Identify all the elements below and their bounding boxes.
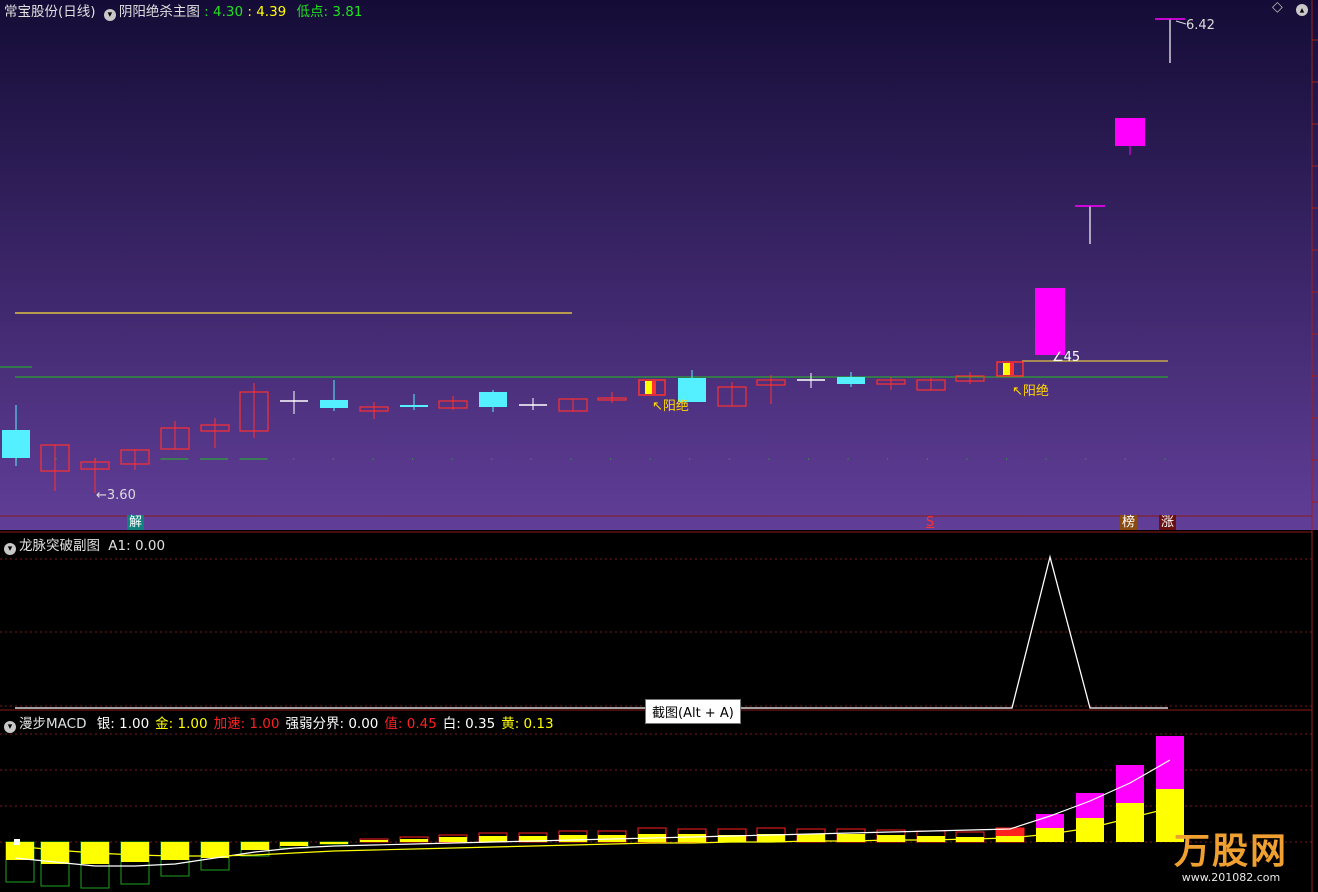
macd-item: 白: 0.35 [442,716,496,732]
tag-zhang[interactable]: 涨 [1159,515,1177,530]
watermark-logo: 万股网 [1173,831,1288,872]
tag-jie[interactable]: 解 [127,515,145,530]
a1-label: A1: [108,538,131,554]
mark-45-label: ∠45 [1052,350,1081,365]
watermark: 万股网 www.201082.com [1173,831,1288,885]
macd-yellow-bar [121,842,149,862]
macd-yellow-bar [678,834,706,842]
candle-body [2,430,30,458]
macd-yellow-bar [917,836,945,842]
sub2-header: ▾ 漫步MACD 银: 1.00 金: 1.00 加速: 1.00 强弱分界: 0.00… [4,712,554,733]
candle-body [479,392,507,407]
macd-yellow-bar [479,836,507,842]
macd-values: 银: 1.00 金: 1.00 加速: 1.00 强弱分界: 0.00 值: 0.45 白… [91,716,554,732]
high-price-label: 6.42 [1186,18,1215,33]
collapse-icon[interactable]: ▾ [1296,0,1311,16]
watermark-url: www.201082.com [1181,871,1281,884]
candle-body [1035,288,1065,355]
yangjue-fill-yellow [1003,363,1010,375]
a1-value: 0.00 [134,538,166,554]
candle-body [837,377,865,384]
macd-yellow-bar [241,842,269,850]
macd-marker [14,839,20,845]
macd-subchart [0,733,1312,889]
macd-item: 强弱分界: 0.00 [285,716,379,732]
macd-yellow-bar [439,837,467,842]
low-price-label: ←3.60 [96,488,136,503]
sub2-name[interactable]: 漫步MACD [19,716,86,732]
tag-s[interactable]: S [924,515,936,530]
candle-body [320,400,348,408]
chevron-down-icon[interactable]: ▾ [4,543,16,555]
low-value: 3.81 [332,4,363,20]
macd-yellow-bar [280,842,308,846]
macd-item: 黄: 0.13 [501,716,554,732]
macd-item: 加速: 1.00 [213,716,280,732]
macd-yellow-bar [360,840,388,842]
macd-item: 银: 1.00 [96,716,150,732]
low-label: 低点 [296,4,324,20]
macd-yellow-bar [161,842,189,860]
sub1-name[interactable]: 龙脉突破副图 [19,538,100,554]
value-1: 4.30 [212,4,244,20]
longmai-subchart [0,554,1312,709]
yangjue-fill-red [1010,363,1014,375]
yangjue-label-1: ↖阳绝 [652,399,689,414]
yangjue-label-2: ↖阳绝 [1012,384,1049,399]
tag-bang[interactable]: 榜 [1120,515,1138,530]
value-2: 4.39 [256,4,287,20]
macd-yellow-bar [400,839,428,842]
chevron-down-icon[interactable]: ▾ [103,9,116,21]
macd-yellow-bar [320,842,348,844]
diamond-icon[interactable]: ◇ [1272,0,1283,15]
sub1-header: ▾ 龙脉突破副图 A1: 0.00 [4,534,165,555]
candle-body [1115,118,1145,146]
macd-yellow-bar [877,835,905,842]
macd-item: 值: 0.45 [384,716,437,732]
main-chart-background [0,0,1318,530]
chart-canvas[interactable] [0,0,1318,892]
macd-yellow-bar [1116,803,1144,842]
screenshot-tooltip: 截图(Alt + A) [645,699,741,724]
yangjue-fill-yellow [645,381,652,394]
yangjue-fill-red [652,381,656,394]
chevron-down-icon[interactable]: ▾ [4,721,16,733]
indicator-name[interactable]: 阴阳绝杀主图 [119,4,200,20]
stock-title: 常宝股份(日线) [4,4,96,20]
macd-item: 金: 1.00 [155,716,208,732]
candle-body [400,405,428,407]
macd-yellow-bar [559,835,587,842]
main-header: 常宝股份(日线) ▾ 阴阳绝杀主图 : 4.30 : 4.39 低点: 3.81 [4,4,363,21]
